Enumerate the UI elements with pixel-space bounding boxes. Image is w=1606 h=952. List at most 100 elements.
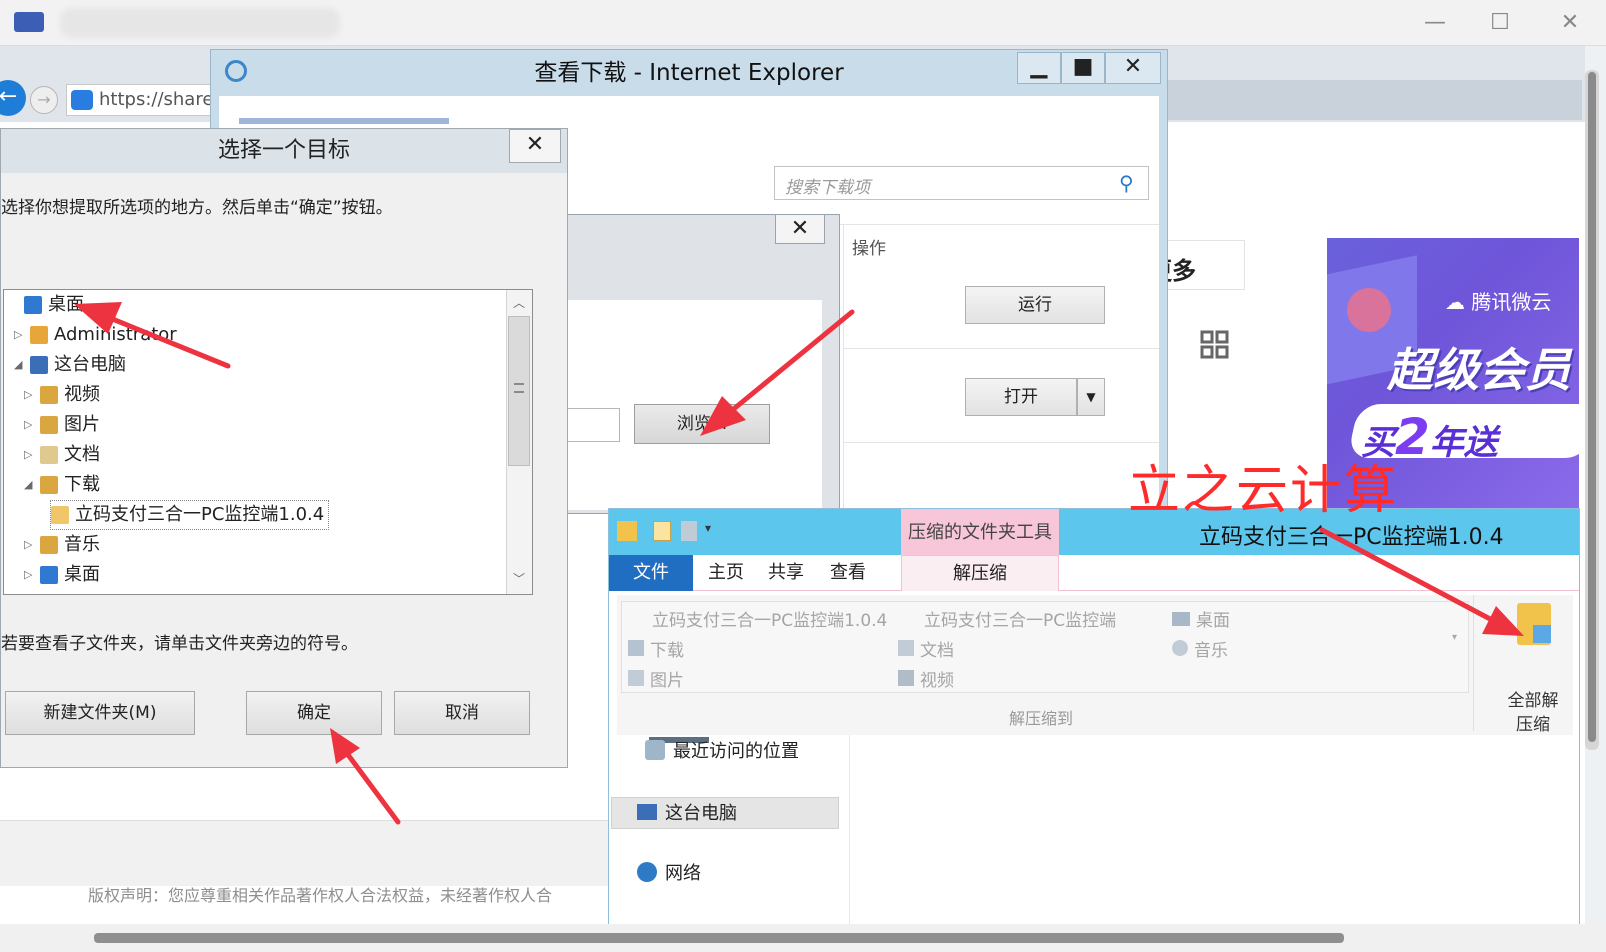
- tree-item-desktop[interactable]: 桌面: [8, 290, 84, 320]
- properties-icon[interactable]: [653, 521, 671, 541]
- nav-item-this-pc[interactable]: 这台电脑: [637, 799, 737, 825]
- select-instruction: 选择你想提取所选项的地方。然后单击“确定”按钮。: [1, 198, 393, 218]
- gallery-label: 下载: [650, 641, 684, 661]
- music-folder-icon: [40, 536, 58, 554]
- computer-icon: [637, 804, 657, 820]
- tab-extract[interactable]: 解压缩: [901, 555, 1059, 591]
- tree-item-selected-folder[interactable]: 立码支付三合一PC监控端1.0.4: [50, 500, 330, 530]
- ok-button[interactable]: 确定: [246, 691, 382, 735]
- page-horizontal-scrollbar[interactable]: [94, 933, 1344, 943]
- column-action[interactable]: 操作: [852, 234, 886, 259]
- tree-scroll-thumb[interactable]: [508, 316, 530, 466]
- extract-all-label-2: 压缩: [1516, 715, 1550, 735]
- scroll-up-icon[interactable]: ︿: [513, 294, 525, 311]
- ie-maximize-icon[interactable]: ■: [1061, 52, 1105, 84]
- tree-label: 文档: [64, 444, 100, 465]
- tree-item-this-pc[interactable]: ◢ 这台电脑: [14, 350, 126, 380]
- cancel-button[interactable]: 取消: [394, 691, 530, 735]
- open-button[interactable]: 打开: [965, 378, 1077, 416]
- nav-label: 最近访问的位置: [673, 741, 799, 762]
- tab-home[interactable]: 主页: [701, 555, 751, 591]
- browse-button[interactable]: 浏览...: [634, 404, 770, 444]
- page-scroll-thumb[interactable]: [1588, 72, 1596, 742]
- folder-icon: [617, 521, 637, 541]
- extract-to-gallery[interactable]: 立码支付三合一PC监控端1.0.4 立码支付三合一PC监控端 桌面 下载 文档 …: [621, 601, 1469, 693]
- tree-label: 这台电脑: [54, 354, 126, 375]
- nav-item-network[interactable]: 网络: [637, 859, 701, 885]
- select-hint: 若要查看子文件夹，请单击文件夹旁边的符号。: [1, 634, 358, 654]
- gallery-item[interactable]: 立码支付三合一PC监控端: [924, 606, 1116, 631]
- grip-icon: [514, 383, 524, 393]
- folder-tree[interactable]: 桌面 ▷ Administrator ◢ 这台电脑 ▷ 视频 ▷ 图片 ▷ 文档 ◢ 下载 …: [3, 289, 533, 595]
- user-icon: [30, 326, 48, 344]
- video-icon: [898, 670, 914, 686]
- ie-close-icon[interactable]: ✕: [1105, 52, 1161, 84]
- extract-all-button[interactable]: 全部解 压缩: [1503, 689, 1563, 737]
- close-icon[interactable]: ✕: [1550, 10, 1590, 36]
- maximize-icon[interactable]: ☐: [1480, 10, 1520, 36]
- tree-item-music[interactable]: ▷ 音乐: [24, 530, 100, 560]
- pictures-folder-icon: [40, 416, 58, 434]
- url-text: https://share: [99, 89, 214, 110]
- explorer-window: ▾ 压缩的文件夹工具 立码支付三合一PC监控端1.0.4 文件 主页 共享 查看…: [608, 508, 1580, 929]
- scroll-down-icon[interactable]: ﹀: [513, 570, 525, 587]
- gallery-item-desktop[interactable]: 桌面: [1172, 606, 1230, 631]
- tree-label: 视频: [64, 384, 100, 405]
- search-icon[interactable]: ⚲: [1119, 171, 1134, 195]
- ie-header-text-clipped: [239, 118, 449, 124]
- gallery-scroll-icon[interactable]: ▾: [1452, 632, 1457, 643]
- gallery-item-pictures[interactable]: 图片: [628, 666, 684, 691]
- downloads-folder-icon: [40, 476, 58, 494]
- tree-item-desktop-2[interactable]: ▷ 桌面: [24, 560, 100, 590]
- destination-input[interactable]: [560, 408, 620, 442]
- tree-label: 桌面: [64, 564, 100, 585]
- tree-item-pictures[interactable]: ▷ 图片: [24, 410, 100, 440]
- grid-icon[interactable]: [1200, 330, 1230, 360]
- zip-badge-icon: [1533, 625, 1551, 643]
- tab-view[interactable]: 查看: [823, 555, 873, 591]
- ribbon-group-label: 解压缩到: [1008, 709, 1073, 728]
- compressed-folder-tools-tag: 压缩的文件夹工具: [901, 509, 1059, 555]
- gallery-label: 文档: [920, 641, 954, 661]
- extract-all-icon[interactable]: [1517, 603, 1551, 645]
- gallery-item-videos[interactable]: 视频: [898, 666, 954, 691]
- copyright-text: 版权声明：您应尊重相关作品著作权人合法权益，未经著作权人合: [88, 886, 553, 905]
- address-bar[interactable]: https://share: [66, 84, 216, 116]
- tree-label: 立码支付三合一PC监控端1.0.4: [75, 504, 325, 525]
- tab-share[interactable]: 共享: [761, 555, 811, 591]
- minimize-icon[interactable]: —: [1415, 10, 1455, 36]
- forward-button[interactable]: →: [30, 86, 58, 114]
- tree-label: 桌面: [48, 294, 84, 315]
- desktop-icon: [24, 296, 42, 314]
- gallery-label: 视频: [920, 671, 954, 691]
- desktop-icon: [1172, 612, 1190, 626]
- gallery-label: 音乐: [1194, 641, 1228, 661]
- quick-access-dropdown-icon[interactable]: ▾: [705, 521, 711, 535]
- tree-label: 图片: [64, 414, 100, 435]
- gallery-item-downloads[interactable]: 下载: [628, 636, 684, 661]
- nav-item-recent[interactable]: 最近访问的位置: [645, 737, 799, 763]
- tree-item-videos[interactable]: ▷ 视频: [24, 380, 100, 410]
- tab-file[interactable]: 文件: [609, 555, 693, 591]
- run-button[interactable]: 运行: [965, 286, 1105, 324]
- blurred-title: [60, 8, 340, 38]
- new-folder-button[interactable]: 新建文件夹(M): [5, 691, 195, 735]
- gallery-item-music[interactable]: 音乐: [1172, 636, 1228, 661]
- column-divider: [843, 224, 844, 508]
- folder-icon: [51, 506, 69, 524]
- tree-item-downloads[interactable]: ◢ 下载: [24, 470, 100, 500]
- video-folder-icon: [40, 386, 58, 404]
- wizard-close-icon[interactable]: ✕: [775, 214, 825, 244]
- gallery-item[interactable]: 立码支付三合一PC监控端1.0.4: [652, 606, 887, 631]
- gallery-item-documents[interactable]: 文档: [898, 636, 954, 661]
- tree-item-administrator[interactable]: ▷ Administrator: [14, 320, 177, 350]
- watermark-text: 立之云计算: [1128, 461, 1399, 521]
- documents-folder-icon: [40, 446, 58, 464]
- ie-minimize-icon[interactable]: ▁: [1017, 52, 1061, 84]
- nav-label: 网络: [665, 863, 701, 884]
- new-folder-icon[interactable]: [681, 521, 697, 541]
- download-search-input[interactable]: 搜索下载项 ⚲: [774, 166, 1149, 200]
- open-dropdown-icon[interactable]: ▼: [1077, 378, 1105, 416]
- select-dialog-close-icon[interactable]: ✕: [509, 129, 561, 163]
- tree-item-documents[interactable]: ▷ 文档: [24, 440, 100, 470]
